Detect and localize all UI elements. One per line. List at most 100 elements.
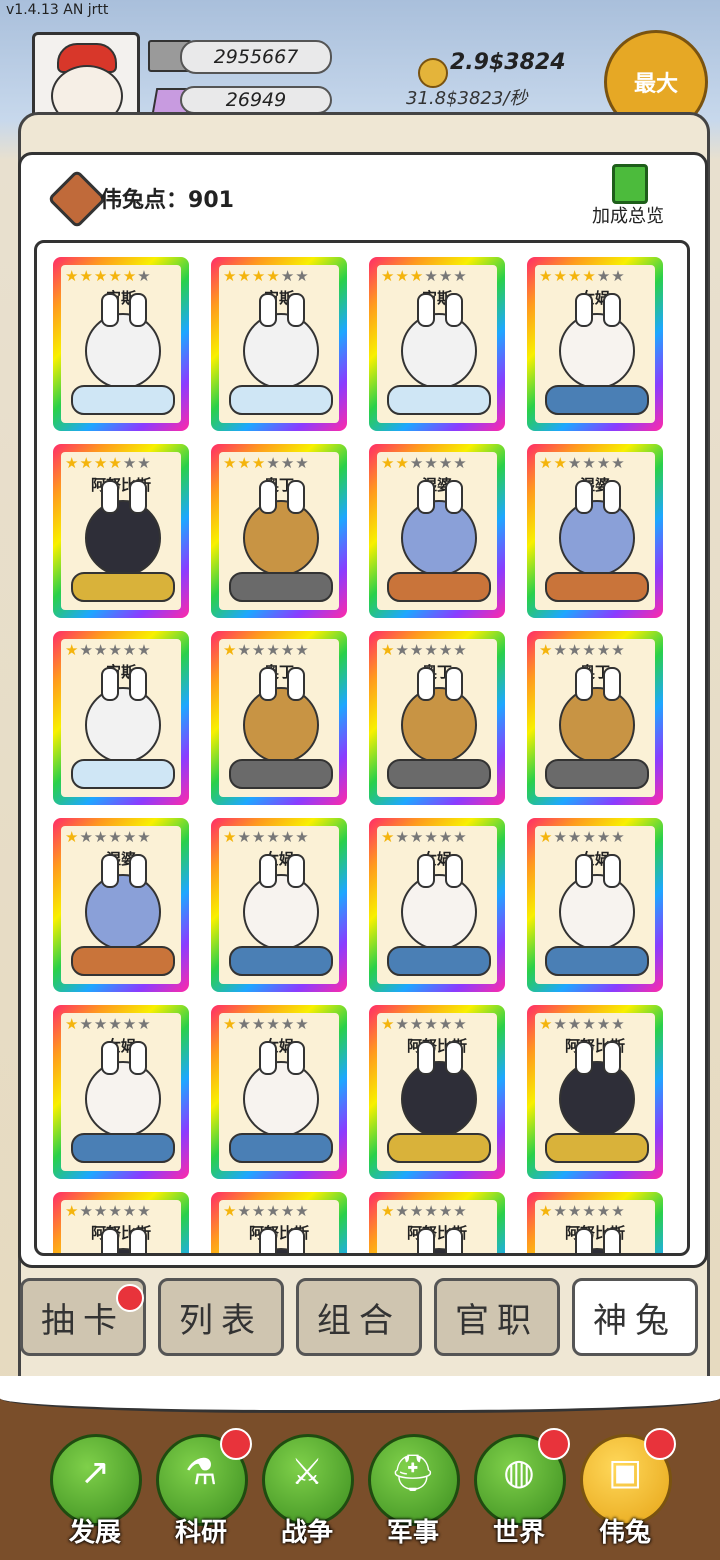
star-icon: ★ <box>438 1015 454 1033</box>
star-icon: ★ <box>122 1015 138 1033</box>
god-card[interactable]: ★★★★★★ 女娲 <box>527 818 663 992</box>
star-rating: ★★★★★★ <box>223 1015 310 1033</box>
star-icon: ★ <box>137 267 152 285</box>
bunny-character-icon <box>559 480 635 576</box>
star-icon: ★ <box>553 828 568 846</box>
card-face: ★★★★★★ 阿努比斯 <box>535 1013 655 1171</box>
star-rating: ★★★★★★ <box>539 1015 626 1033</box>
silver-amount: 2955667 <box>180 40 332 74</box>
star-icon: ★ <box>108 828 123 846</box>
nav-war[interactable]: ⚔ 战争 <box>262 1434 354 1554</box>
god-card[interactable]: ★★★★★★ 奥丁 <box>527 631 663 805</box>
god-card[interactable]: ★★★★★★ 宙斯 <box>211 257 347 431</box>
star-icon: ★ <box>381 267 396 285</box>
card-name: 宙斯 <box>421 289 452 307</box>
star-icon: ★ <box>280 1202 296 1220</box>
card-name: 阿努比斯 <box>564 1037 625 1055</box>
tab-official[interactable]: 官职 <box>434 1278 560 1356</box>
bunny-character-icon <box>243 480 319 576</box>
god-card[interactable]: ★★★★★★ 宙斯 <box>53 257 189 431</box>
card-grid[interactable]: ★★★★★★ 宙斯 ★★★★★★ 宙斯 ★★★★★★ 宙斯 ★★★★★★ 女娲 ★★★★★★ 阿努… <box>34 240 690 1256</box>
star-icon: ★ <box>137 828 152 846</box>
star-icon: ★ <box>65 1202 80 1220</box>
card-name: 奥丁 <box>263 476 294 494</box>
god-card[interactable]: ★★★★★★ 宙斯 <box>53 631 189 805</box>
star-icon: ★ <box>409 267 425 285</box>
star-icon: ★ <box>409 1202 425 1220</box>
tab-combo[interactable]: 组合 <box>296 1278 422 1356</box>
player-avatar[interactable] <box>32 32 140 124</box>
bunny-character-icon <box>559 1228 635 1253</box>
bunny-character-icon <box>401 667 477 763</box>
god-card[interactable]: ★★★★★★ 女娲 <box>211 818 347 992</box>
star-icon: ★ <box>567 1015 583 1033</box>
star-icon: ★ <box>381 641 396 659</box>
god-card[interactable]: ★★★★★★ 女娲 <box>369 818 505 992</box>
tab-label: 神兔 <box>593 1300 677 1341</box>
nav-label: 战争 <box>280 1518 333 1548</box>
star-rating: ★★★★★★ <box>223 828 310 846</box>
god-card[interactable]: ★★★★★★ 阿努比斯 <box>53 1192 189 1253</box>
star-icon: ★ <box>295 454 310 472</box>
star-icon: ★ <box>424 267 439 285</box>
card-decoration <box>387 572 491 602</box>
god-card[interactable]: ★★★★★★ 女娲 <box>53 1005 189 1179</box>
god-card[interactable]: ★★★★★★ 阿努比斯 <box>369 1005 505 1179</box>
gold-amount: 2.9$3824 <box>450 50 566 75</box>
star-icon: ★ <box>65 828 80 846</box>
nav-label: 世界 <box>492 1518 545 1548</box>
bonus-overview-button[interactable]: 加成总览 <box>580 164 676 230</box>
god-card[interactable]: ★★★★★★ 奥丁 <box>211 631 347 805</box>
gem-amount: 26949 <box>180 86 332 114</box>
star-icon: ★ <box>611 641 626 659</box>
star-icon: ★ <box>122 828 138 846</box>
god-card[interactable]: ★★★★★★ 湿婆 <box>53 818 189 992</box>
god-card[interactable]: ★★★★★★ 湿婆 <box>369 444 505 618</box>
god-card[interactable]: ★★★★★★ 宙斯 <box>369 257 505 431</box>
god-card[interactable]: ★★★★★★ 阿努比斯 <box>527 1192 663 1253</box>
card-decoration <box>229 572 333 602</box>
card-name: 阿努比斯 <box>564 1224 625 1242</box>
star-icon: ★ <box>596 1202 612 1220</box>
god-card[interactable]: ★★★★★★ 女娲 <box>527 257 663 431</box>
bunny-character-icon <box>243 667 319 763</box>
god-card[interactable]: ★★★★★★ 阿努比斯 <box>369 1192 505 1253</box>
star-icon: ★ <box>280 1015 296 1033</box>
card-face: ★★★★★★ 湿婆 <box>377 452 497 610</box>
god-card[interactable]: ★★★★★★ 奥丁 <box>369 631 505 805</box>
star-icon: ★ <box>251 828 267 846</box>
star-icon: ★ <box>122 1202 138 1220</box>
card-face: ★★★★★★ 宙斯 <box>61 639 181 797</box>
bunny-character-icon <box>559 293 635 389</box>
star-icon: ★ <box>237 1202 252 1220</box>
star-icon: ★ <box>567 1202 583 1220</box>
star-icon: ★ <box>79 454 94 472</box>
tab-god-bunny[interactable]: 神兔 <box>572 1278 698 1356</box>
card-decoration <box>387 946 491 976</box>
bunny-character-icon <box>401 1041 477 1137</box>
nav-label: 科研 <box>174 1518 227 1548</box>
document-icon <box>612 164 648 204</box>
god-card[interactable]: ★★★★★★ 阿努比斯 <box>527 1005 663 1179</box>
star-icon: ★ <box>596 1015 612 1033</box>
card-name: 阿努比斯 <box>90 1224 151 1242</box>
tab-list[interactable]: 列表 <box>158 1278 284 1356</box>
card-face: ★★★★★★ 奥丁 <box>377 639 497 797</box>
card-decoration <box>545 572 649 602</box>
star-icon: ★ <box>453 1015 468 1033</box>
card-face: ★★★★★★ 女娲 <box>535 826 655 984</box>
star-icon: ★ <box>409 641 425 659</box>
star-icon: ★ <box>137 641 152 659</box>
god-card[interactable]: ★★★★★★ 阿努比斯 <box>53 444 189 618</box>
nav-military[interactable]: ⛑ 军事 <box>368 1434 460 1554</box>
god-card[interactable]: ★★★★★★ 女娲 <box>211 1005 347 1179</box>
god-card[interactable]: ★★★★★★ 湿婆 <box>527 444 663 618</box>
star-icon: ★ <box>582 828 597 846</box>
star-icon: ★ <box>381 454 396 472</box>
god-card[interactable]: ★★★★★★ 阿努比斯 <box>211 1192 347 1253</box>
star-icon: ★ <box>409 454 425 472</box>
star-icon: ★ <box>266 828 281 846</box>
star-icon: ★ <box>237 1015 252 1033</box>
nav-develop[interactable]: ↗ 发展 <box>50 1434 142 1554</box>
god-card[interactable]: ★★★★★★ 奥丁 <box>211 444 347 618</box>
